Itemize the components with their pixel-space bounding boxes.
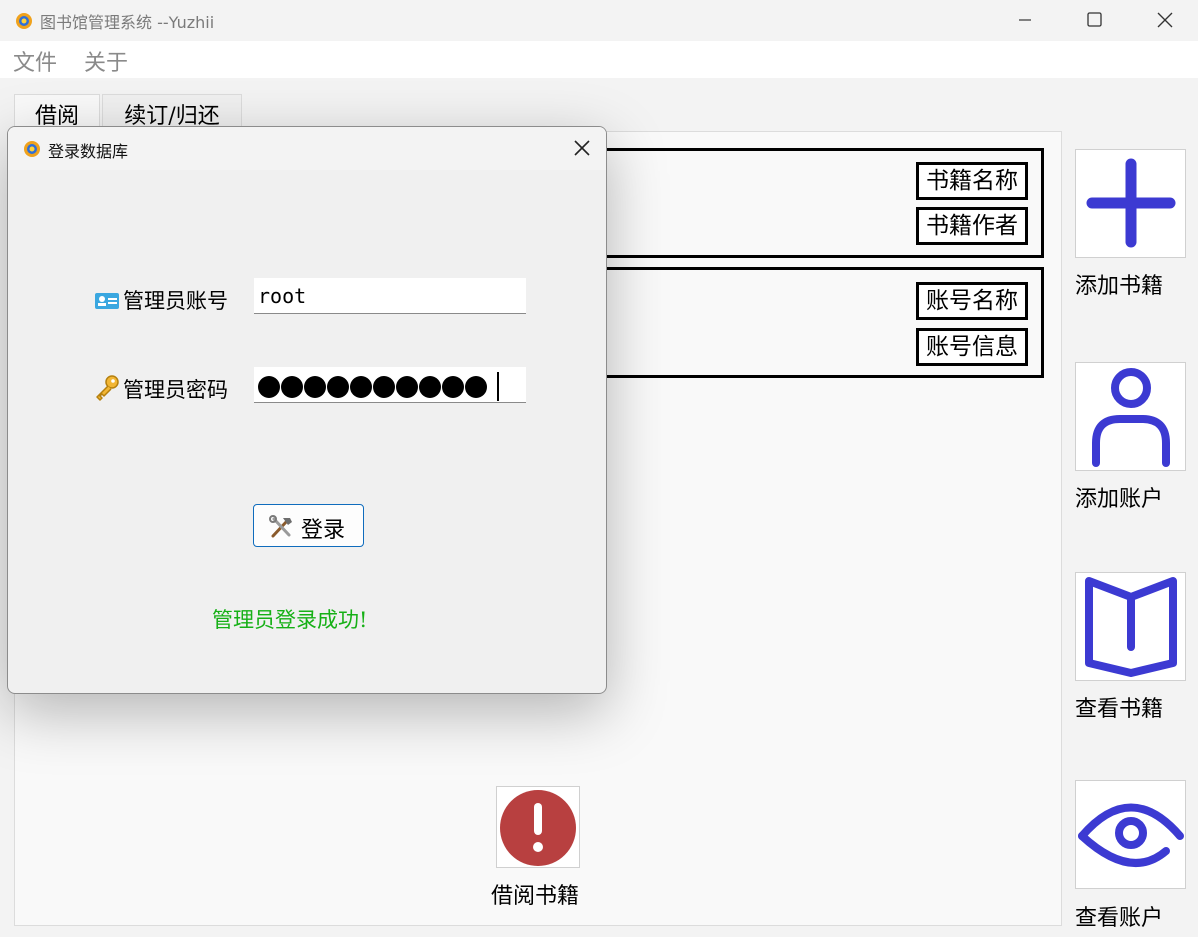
menu-bar: 文件 关于 bbox=[0, 41, 1198, 78]
menu-file[interactable]: 文件 bbox=[13, 45, 57, 77]
view-accounts-button[interactable] bbox=[1075, 780, 1186, 889]
password-mask bbox=[258, 376, 487, 398]
dialog-titlebar[interactable]: 登录数据库 bbox=[8, 127, 606, 170]
id-card-icon bbox=[95, 293, 119, 309]
login-dialog: 登录数据库 管理员账号 管理员密码 登录 管理员登录成功! bbox=[7, 126, 607, 694]
person-icon bbox=[1092, 368, 1170, 467]
close-icon[interactable] bbox=[566, 133, 598, 163]
login-status-message: 管理员登录成功! bbox=[212, 608, 368, 632]
borrow-book-button[interactable] bbox=[496, 786, 580, 868]
account-input[interactable] bbox=[254, 278, 526, 314]
borrow-book-label: 借阅书籍 bbox=[491, 884, 580, 909]
password-dot bbox=[327, 376, 349, 398]
add-account-button[interactable] bbox=[1075, 362, 1186, 471]
password-dot bbox=[419, 376, 441, 398]
password-dot bbox=[281, 376, 303, 398]
menu-about[interactable]: 关于 bbox=[84, 45, 128, 77]
app-logo-icon bbox=[16, 13, 32, 29]
window-title: 图书馆管理系统 --Yuzhii bbox=[40, 13, 215, 32]
exclamation-icon bbox=[500, 790, 576, 866]
add-book-label: 添加书籍 bbox=[1075, 274, 1164, 299]
password-dot bbox=[258, 376, 280, 398]
close-icon[interactable] bbox=[1142, 6, 1188, 34]
text-caret bbox=[497, 372, 499, 401]
book-author-button[interactable]: 书籍作者 bbox=[916, 207, 1028, 245]
password-dot bbox=[396, 376, 418, 398]
tools-icon bbox=[269, 515, 292, 538]
open-book-icon bbox=[1085, 577, 1177, 677]
password-dot bbox=[442, 376, 464, 398]
password-dot bbox=[373, 376, 395, 398]
view-accounts-label: 查看账户 bbox=[1075, 906, 1164, 931]
password-dot bbox=[304, 376, 326, 398]
account-info-button[interactable]: 账号信息 bbox=[916, 328, 1028, 366]
view-books-label: 查看书籍 bbox=[1075, 697, 1164, 722]
login-button[interactable]: 登录 bbox=[253, 504, 364, 547]
book-search-group: 书籍名称 书籍作者 bbox=[598, 148, 1044, 258]
account-name-button[interactable]: 账号名称 bbox=[916, 282, 1028, 320]
app-logo-icon bbox=[24, 141, 40, 157]
add-book-button[interactable] bbox=[1075, 149, 1186, 258]
maximize-icon[interactable] bbox=[1071, 6, 1117, 34]
password-dot bbox=[465, 376, 487, 398]
key-icon bbox=[96, 375, 119, 401]
password-label: 管理员密码 bbox=[123, 378, 228, 402]
login-button-label: 登录 bbox=[301, 518, 346, 543]
account-search-group: 账号名称 账号信息 bbox=[598, 267, 1044, 378]
plus-icon bbox=[1086, 158, 1176, 248]
view-books-button[interactable] bbox=[1075, 572, 1186, 681]
password-dot bbox=[350, 376, 372, 398]
account-label: 管理员账号 bbox=[123, 289, 228, 313]
dialog-title: 登录数据库 bbox=[48, 142, 129, 161]
eye-icon bbox=[1078, 803, 1184, 867]
minimize-icon[interactable] bbox=[1000, 6, 1046, 34]
add-account-label: 添加账户 bbox=[1075, 487, 1164, 512]
book-name-button[interactable]: 书籍名称 bbox=[916, 162, 1028, 200]
window-titlebar[interactable]: 图书馆管理系统 --Yuzhii bbox=[0, 0, 1198, 40]
